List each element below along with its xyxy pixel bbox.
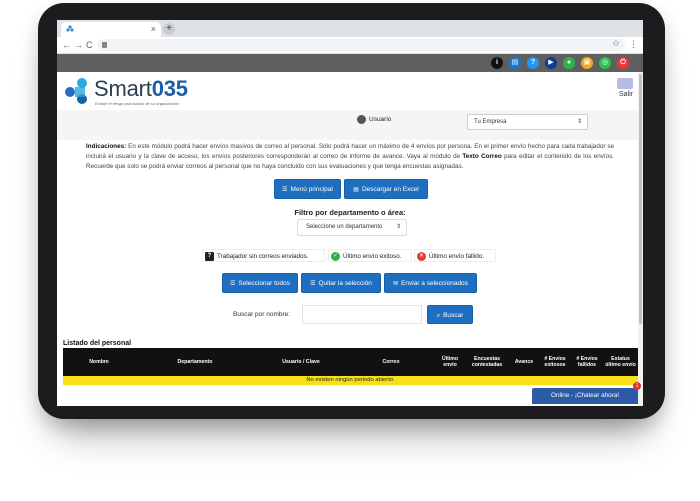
mail-icon[interactable]: ▣ [581, 57, 593, 69]
personnel-list-title: Listado del personal [63, 340, 132, 347]
column-header[interactable]: Encuestas contestadas [465, 348, 509, 376]
select-all-button[interactable]: ☰ Seleccionar todos [222, 273, 298, 293]
menu-icon: ☰ [282, 187, 288, 193]
column-header[interactable]: Último envío [435, 348, 465, 376]
address-bar: ← → C ☆ ⋮ [57, 37, 643, 54]
user-icon [357, 115, 366, 124]
column-header[interactable]: Correo [347, 348, 435, 376]
send-selected-button[interactable]: ✉ Enviar a seleccionados [384, 273, 477, 293]
column-header[interactable]: # Envíos exitosos [539, 348, 571, 376]
chevron-updown-icon: ⇕ [576, 119, 582, 125]
column-header[interactable]: Nombre [63, 348, 135, 376]
logout-link[interactable]: Salir [619, 91, 633, 98]
browser-tab[interactable]: × [61, 22, 161, 37]
check-icon: ✓ [331, 252, 340, 261]
column-header[interactable]: Usuario / Clave [255, 348, 347, 376]
column-header[interactable]: Estatus último envío [603, 348, 638, 376]
logo-tagline: Evalúe el riesgo psicosocial de su organ… [95, 101, 179, 106]
filter-label: Filtro por departamento o área: [294, 208, 406, 217]
empty-table-row: No existen ningún periodo abierto. [63, 376, 638, 385]
browser-window: × + ← → C ☆ ⋮ i ▤ ? ▶ ● ▣ ◎ ⏻ Smart035 E… [57, 20, 643, 406]
new-tab-button[interactable]: + [163, 23, 175, 35]
logout-icon[interactable] [617, 78, 633, 89]
reload-icon[interactable]: C [86, 39, 93, 51]
department-select[interactable]: Seleccione un departamento ⇕ [297, 219, 407, 236]
doc-icon[interactable]: ▤ [509, 57, 521, 69]
file-icon: ▤ [353, 187, 359, 193]
chevron-updown-icon: ⇕ [395, 224, 401, 230]
legend-last-success: ✓ Último envío exitoso. [328, 249, 412, 262]
download-excel-button[interactable]: ▤ Descargar en Excel [344, 179, 428, 199]
user-label: Usuario [369, 116, 392, 123]
logo-icon [65, 78, 87, 104]
legend-no-emails: ? Trabajador sin correos enviados. [202, 249, 325, 262]
power-icon[interactable]: ⏻ [617, 57, 629, 69]
envelope-icon: ✉ [393, 281, 399, 287]
scrollbar-thumb[interactable] [639, 74, 642, 324]
close-tab-icon[interactable]: × [151, 23, 156, 35]
forward-icon[interactable]: → [74, 39, 83, 51]
chat-icon[interactable]: ● [563, 57, 575, 69]
instructions-text: Indicaciones: En este módulo podrá hacer… [86, 143, 614, 170]
help-icon[interactable]: ? [527, 57, 539, 69]
column-header[interactable]: Avance [509, 348, 539, 376]
whatsapp-icon[interactable]: ◎ [599, 57, 611, 69]
main-menu-button[interactable]: ☰ Menú principal [274, 179, 341, 199]
column-header[interactable]: Departamento [135, 348, 255, 376]
question-icon: ? [205, 252, 214, 261]
lock-icon [102, 42, 107, 48]
browser-menu-icon[interactable]: ⋮ [629, 38, 638, 50]
chat-now-button[interactable]: Online - ¡Chatear ahora! [532, 388, 638, 404]
remove-selection-button[interactable]: ☰ Quitar la selección [301, 273, 381, 293]
list-icon: ☰ [310, 281, 316, 287]
url-input[interactable]: ☆ [97, 38, 625, 51]
company-select[interactable]: Tu Empresa ⇕ [467, 114, 588, 130]
list-icon: ☰ [229, 281, 236, 287]
table-header: Nombre Departamento Usuario / Clave Corr… [63, 348, 638, 376]
youtube-icon[interactable]: ▶ [545, 57, 557, 69]
search-button[interactable]: ⌕ Buscar [427, 305, 473, 324]
search-input[interactable] [302, 305, 422, 324]
column-header[interactable]: # Envíos fallidos [571, 348, 603, 376]
x-circle-icon: ✕ [417, 252, 426, 261]
info-icon[interactable]: i [491, 57, 503, 69]
tab-bar: × + [57, 20, 643, 37]
search-icon: ⌕ [436, 313, 441, 319]
logo-text: Smart035 [94, 76, 188, 101]
search-label: Buscar por nombre: [233, 311, 291, 318]
legend-last-failed: ✕ Último envío fallido. [414, 249, 496, 262]
user-bar: Usuario Tu Empresa ⇕ [57, 110, 643, 140]
notification-badge: 1 [633, 382, 641, 390]
site-topbar: i ▤ ? ▶ ● ▣ ◎ ⏻ [57, 54, 643, 72]
star-icon[interactable]: ☆ [612, 38, 620, 49]
back-icon[interactable]: ← [62, 39, 71, 51]
favicon-icon [66, 25, 74, 32]
